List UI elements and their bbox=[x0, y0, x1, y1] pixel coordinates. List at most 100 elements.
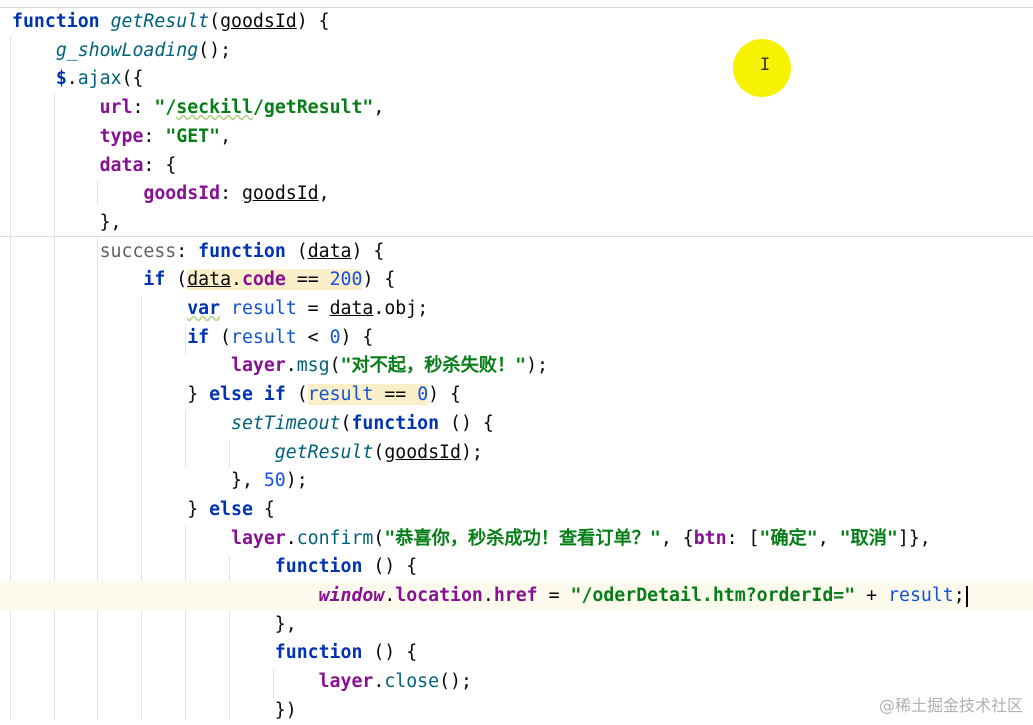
code-token: getResult bbox=[110, 11, 210, 32]
code-token: ) { bbox=[296, 11, 330, 32]
code-token: function bbox=[12, 11, 100, 32]
code-token: msg bbox=[296, 355, 330, 377]
code-editor[interactable]: function getResult(goodsId) { g_showLoad… bbox=[0, 0, 1033, 724]
code-line[interactable]: layer.confirm("恭喜你，秒杀成功！查看订单？", {btn: ["… bbox=[0, 524, 1033, 553]
code-line[interactable]: getResult(goodsId); bbox=[0, 438, 1033, 467]
code-token: , { bbox=[660, 527, 694, 549]
code-token: . bbox=[384, 585, 396, 606]
code-token: ) { bbox=[362, 269, 396, 291]
code-token: btn bbox=[693, 527, 727, 549]
code-line[interactable]: if (result < 0) { bbox=[0, 323, 1033, 352]
code-line[interactable]: } else { bbox=[0, 495, 1033, 524]
code-token: if bbox=[143, 269, 166, 291]
code-token: success bbox=[99, 240, 177, 262]
code-token: "确定" bbox=[759, 527, 818, 549]
code-line[interactable]: goodsId: goodsId, bbox=[0, 179, 1033, 208]
code-token: goodsId bbox=[241, 183, 319, 205]
code-token: ajax bbox=[77, 68, 122, 90]
code-token: . bbox=[373, 671, 385, 693]
code-token: ( bbox=[329, 355, 341, 377]
code-token: } bbox=[12, 384, 210, 406]
code-token: < bbox=[296, 326, 330, 348]
code-token: .obj; bbox=[373, 298, 429, 319]
code-token: (); bbox=[198, 39, 232, 61]
code-line[interactable]: layer.msg("对不起，秒杀失败！"); bbox=[0, 351, 1033, 380]
code-token: , bbox=[318, 183, 330, 205]
code-token: ( bbox=[285, 384, 308, 406]
code-token: . bbox=[66, 68, 78, 90]
code-token: close bbox=[384, 671, 440, 693]
code-line[interactable]: }, bbox=[0, 208, 1033, 237]
code-line[interactable]: data: { bbox=[0, 151, 1033, 180]
code-token: /getResult" bbox=[252, 97, 374, 119]
code-line[interactable]: if (data.code == 200) { bbox=[0, 265, 1033, 294]
code-line[interactable]: function () { bbox=[0, 638, 1033, 667]
watermark: @稀土掘金技术社区 bbox=[878, 696, 1023, 715]
code-token: ( bbox=[373, 441, 385, 463]
code-token: data bbox=[187, 269, 232, 291]
code-token: layer bbox=[231, 527, 286, 549]
code-token: : { bbox=[143, 154, 177, 176]
code-token: goodsId bbox=[143, 183, 221, 205]
code-token: } bbox=[12, 498, 210, 520]
code-token: 200 bbox=[329, 269, 363, 291]
code-line[interactable]: setTimeout(function () { bbox=[0, 409, 1033, 438]
code-token: result bbox=[307, 384, 374, 406]
code-token: () { bbox=[362, 642, 418, 664]
code-token: var bbox=[187, 298, 221, 319]
code-token: else bbox=[209, 384, 253, 406]
code-token: : [ bbox=[726, 527, 760, 549]
code-line[interactable]: url: "/seckill/getResult", bbox=[0, 93, 1033, 122]
code-token: ); bbox=[460, 441, 483, 463]
code-line[interactable]: success: function (data) { bbox=[0, 237, 1033, 266]
code-token: . bbox=[231, 269, 242, 291]
code-line[interactable]: $.ajax({ bbox=[0, 64, 1033, 93]
code-token: function bbox=[351, 412, 440, 434]
code-token: layer bbox=[318, 671, 374, 693]
code-token: else bbox=[209, 498, 253, 520]
code-token: , bbox=[220, 125, 232, 147]
code-line[interactable]: var result = data.obj; bbox=[0, 294, 1033, 323]
code-token: ( bbox=[373, 527, 385, 549]
code-line[interactable]: }, 50); bbox=[0, 466, 1033, 495]
code-line[interactable]: }, bbox=[0, 610, 1033, 639]
code-token: ({ bbox=[121, 68, 144, 90]
code-token: ]}, bbox=[897, 527, 931, 549]
code-token: 0 bbox=[417, 384, 429, 406]
code-token: location bbox=[395, 585, 483, 606]
code-line[interactable]: function getResult(goodsId) { bbox=[0, 7, 1033, 36]
code-token: href bbox=[493, 585, 538, 606]
code-token: goodsId bbox=[220, 11, 297, 32]
code-line[interactable]: type: "GET", bbox=[0, 122, 1033, 151]
code-token: , bbox=[373, 97, 385, 119]
code-line[interactable]: function () { bbox=[0, 552, 1033, 581]
code-token: function bbox=[274, 556, 363, 578]
code-token: g_showLoading bbox=[55, 39, 199, 61]
code-line[interactable]: g_showLoading(); bbox=[0, 36, 1033, 65]
code-line[interactable]: window.location.href = "/oderDetail.htm?… bbox=[0, 581, 1033, 610]
code-token: code bbox=[241, 269, 286, 291]
code-token: function bbox=[274, 642, 363, 664]
code-line[interactable]: } else if (result == 0) { bbox=[0, 380, 1033, 409]
code-token: }, bbox=[12, 470, 264, 492]
code-token: = bbox=[296, 298, 330, 319]
code-token: : bbox=[176, 240, 199, 262]
code-token: if bbox=[187, 326, 210, 348]
code-token: : bbox=[132, 97, 155, 119]
code-token: ); bbox=[526, 355, 549, 377]
code-token: data bbox=[307, 240, 352, 262]
code-token: = bbox=[537, 585, 571, 606]
